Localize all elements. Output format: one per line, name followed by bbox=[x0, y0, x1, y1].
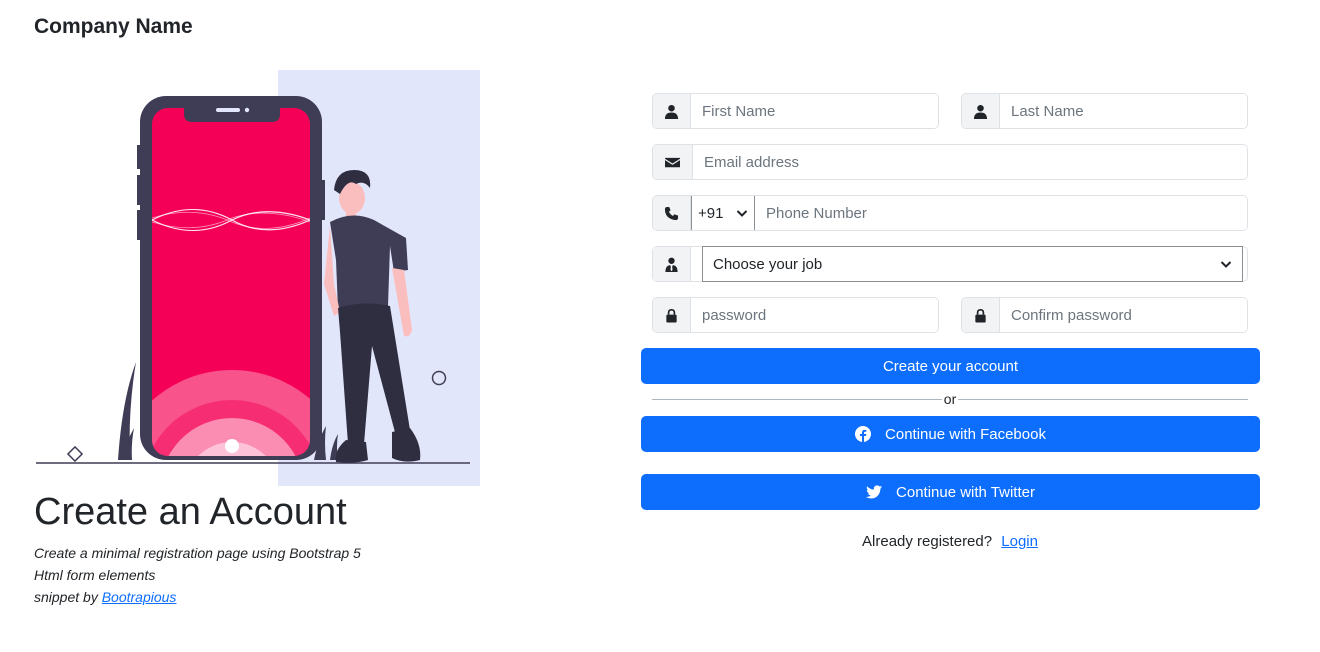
country-code-value: +91 bbox=[698, 204, 724, 222]
chevron-down-icon bbox=[1220, 261, 1232, 268]
email-group bbox=[652, 144, 1248, 180]
registration-illustration bbox=[34, 70, 482, 488]
confirm-password-group bbox=[961, 297, 1248, 333]
phone-button bbox=[137, 145, 141, 169]
phone-icon bbox=[653, 196, 691, 230]
hero-line-3: snippet by Bootrapious bbox=[34, 586, 594, 608]
user-icon bbox=[653, 94, 691, 128]
divider-line bbox=[652, 398, 942, 400]
chevron-down-icon bbox=[736, 210, 748, 217]
screen-dot bbox=[225, 439, 239, 453]
phone-button bbox=[137, 210, 141, 240]
twitter-button[interactable]: Continue with Twitter bbox=[641, 474, 1260, 510]
decor-diamond bbox=[66, 445, 84, 463]
hero-line-2: Html form elements bbox=[34, 567, 156, 583]
login-prompt-text: Already registered? bbox=[862, 533, 993, 550]
job-select-value: Choose your job bbox=[713, 255, 823, 273]
login-prompt-row: Already registered? Login bbox=[640, 533, 1260, 550]
login-link[interactable]: Login bbox=[1001, 533, 1038, 550]
country-code-select[interactable]: +91 bbox=[691, 196, 755, 230]
envelope-icon bbox=[653, 145, 693, 179]
email-input[interactable] bbox=[693, 145, 1247, 179]
hero-line-1: Create a minimal registration page using… bbox=[34, 545, 361, 561]
hero-line-3-prefix: snippet by bbox=[34, 589, 98, 605]
password-input[interactable] bbox=[691, 298, 938, 332]
divider-or-text: or bbox=[941, 391, 959, 407]
last-name-input[interactable] bbox=[1000, 94, 1247, 128]
phone-button bbox=[321, 180, 325, 220]
facebook-button-label: Continue with Facebook bbox=[885, 425, 1046, 443]
company-name[interactable]: Company Name bbox=[34, 15, 193, 39]
create-account-button[interactable]: Create your account bbox=[641, 348, 1260, 384]
user-icon bbox=[962, 94, 1000, 128]
divider-line bbox=[958, 398, 1249, 400]
first-name-input[interactable] bbox=[691, 94, 938, 128]
facebook-button[interactable]: Continue with Facebook bbox=[641, 416, 1260, 452]
job-select[interactable]: Choose your job bbox=[702, 246, 1243, 282]
first-name-group bbox=[652, 93, 939, 129]
facebook-icon bbox=[855, 426, 872, 442]
twitter-button-label: Continue with Twitter bbox=[896, 483, 1035, 501]
or-divider: or bbox=[652, 391, 1249, 407]
hero-text: Create an Account Create a minimal regis… bbox=[34, 488, 594, 608]
phone-group: +91 bbox=[652, 195, 1248, 231]
lock-icon bbox=[653, 298, 691, 332]
bootrapious-link[interactable]: Bootrapious bbox=[102, 589, 177, 605]
user-tie-icon bbox=[653, 247, 691, 281]
hero-description: Create a minimal registration page using… bbox=[34, 542, 594, 608]
illustration-svg bbox=[36, 70, 480, 486]
registration-form: +91 Choose your job Create your account bbox=[640, 0, 1262, 652]
lock-icon bbox=[962, 298, 1000, 332]
job-group: Choose your job bbox=[652, 246, 1248, 282]
confirm-password-input[interactable] bbox=[1000, 298, 1247, 332]
last-name-group bbox=[961, 93, 1248, 129]
page-title: Create an Account bbox=[34, 491, 347, 533]
password-group bbox=[652, 297, 939, 333]
create-account-label: Create your account bbox=[882, 357, 1019, 375]
phone-input[interactable] bbox=[755, 196, 1247, 230]
twitter-icon bbox=[866, 485, 883, 499]
phone-button bbox=[137, 175, 141, 205]
